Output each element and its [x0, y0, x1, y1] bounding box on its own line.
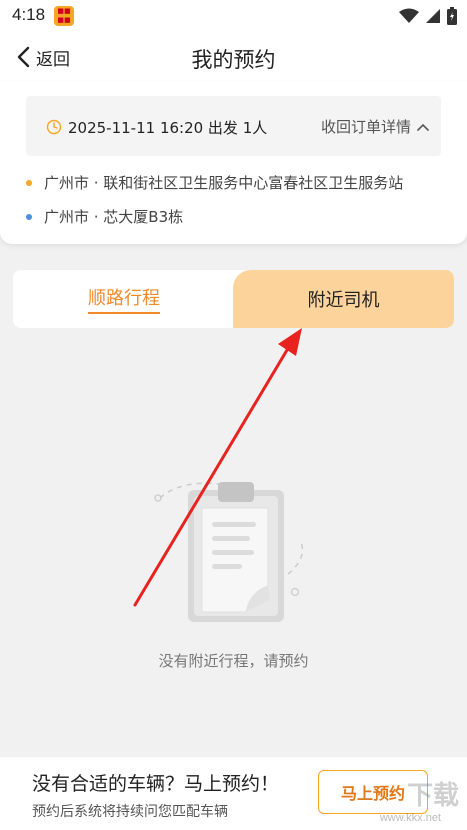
bottom-title: 没有合适的车辆？马上预约！ — [32, 773, 280, 795]
app-badge-icon: ■■ ■■ — [54, 6, 74, 26]
order-summary: 2025-11-11 16:20 出发 1人 收回订单详情 — [26, 96, 441, 156]
empty-state-message: 没有附近行程，请预约 — [158, 652, 309, 670]
status-time: 4:18 — [12, 5, 46, 24]
destination-text: 广州市 · 芯大厦B3栋 — [44, 208, 184, 226]
route-destination: 广州市 · 芯大厦B3栋 — [26, 206, 183, 227]
route-origin: 广州市 · 联和街社区卫生服务中心富春社区卫生服务站 — [26, 172, 403, 193]
tab-route-trips-label: 顺路行程 — [88, 284, 160, 314]
header: 返回 我的预约 — [0, 32, 467, 82]
collapse-order-details-button[interactable]: 收回订单详情 — [321, 116, 429, 137]
watermark-url: www.kkx.net — [379, 812, 441, 824]
signal-icon — [426, 9, 440, 23]
tab-nearby-drivers-label: 附近司机 — [307, 290, 380, 311]
trip-tabs: 顺路行程 附近司机 — [13, 270, 454, 328]
battery-icon — [447, 7, 457, 25]
order-card: 2025-11-11 16:20 出发 1人 收回订单详情 广州市 · 联和街社… — [0, 82, 467, 244]
wifi-icon — [399, 8, 419, 23]
status-icons — [399, 6, 457, 26]
origin-text: 广州市 · 联和街社区卫生服务中心富春社区卫生服务站 — [44, 174, 404, 192]
collapse-label: 收回订单详情 — [320, 118, 411, 136]
tab-nearby-drivers[interactable]: 附近司机 — [233, 270, 454, 328]
bottom-subtitle: 预约后系统将持续问您匹配车辆 — [32, 804, 228, 820]
destination-dot-icon — [26, 213, 32, 220]
empty-clipboard-icon — [154, 482, 304, 622]
clock-icon — [46, 119, 62, 135]
page-title: 我的预约 — [191, 48, 276, 72]
depart-time-text: 2025-11-11 16:20 出发 1人 — [68, 119, 268, 137]
status-bar: 4:18 ■■ ■■ — [0, 0, 467, 32]
origin-dot-icon — [26, 179, 32, 186]
chevron-up-icon — [417, 123, 429, 131]
tab-route-trips[interactable]: 顺路行程 — [13, 270, 235, 328]
watermark-logo: 下载 — [406, 781, 459, 811]
